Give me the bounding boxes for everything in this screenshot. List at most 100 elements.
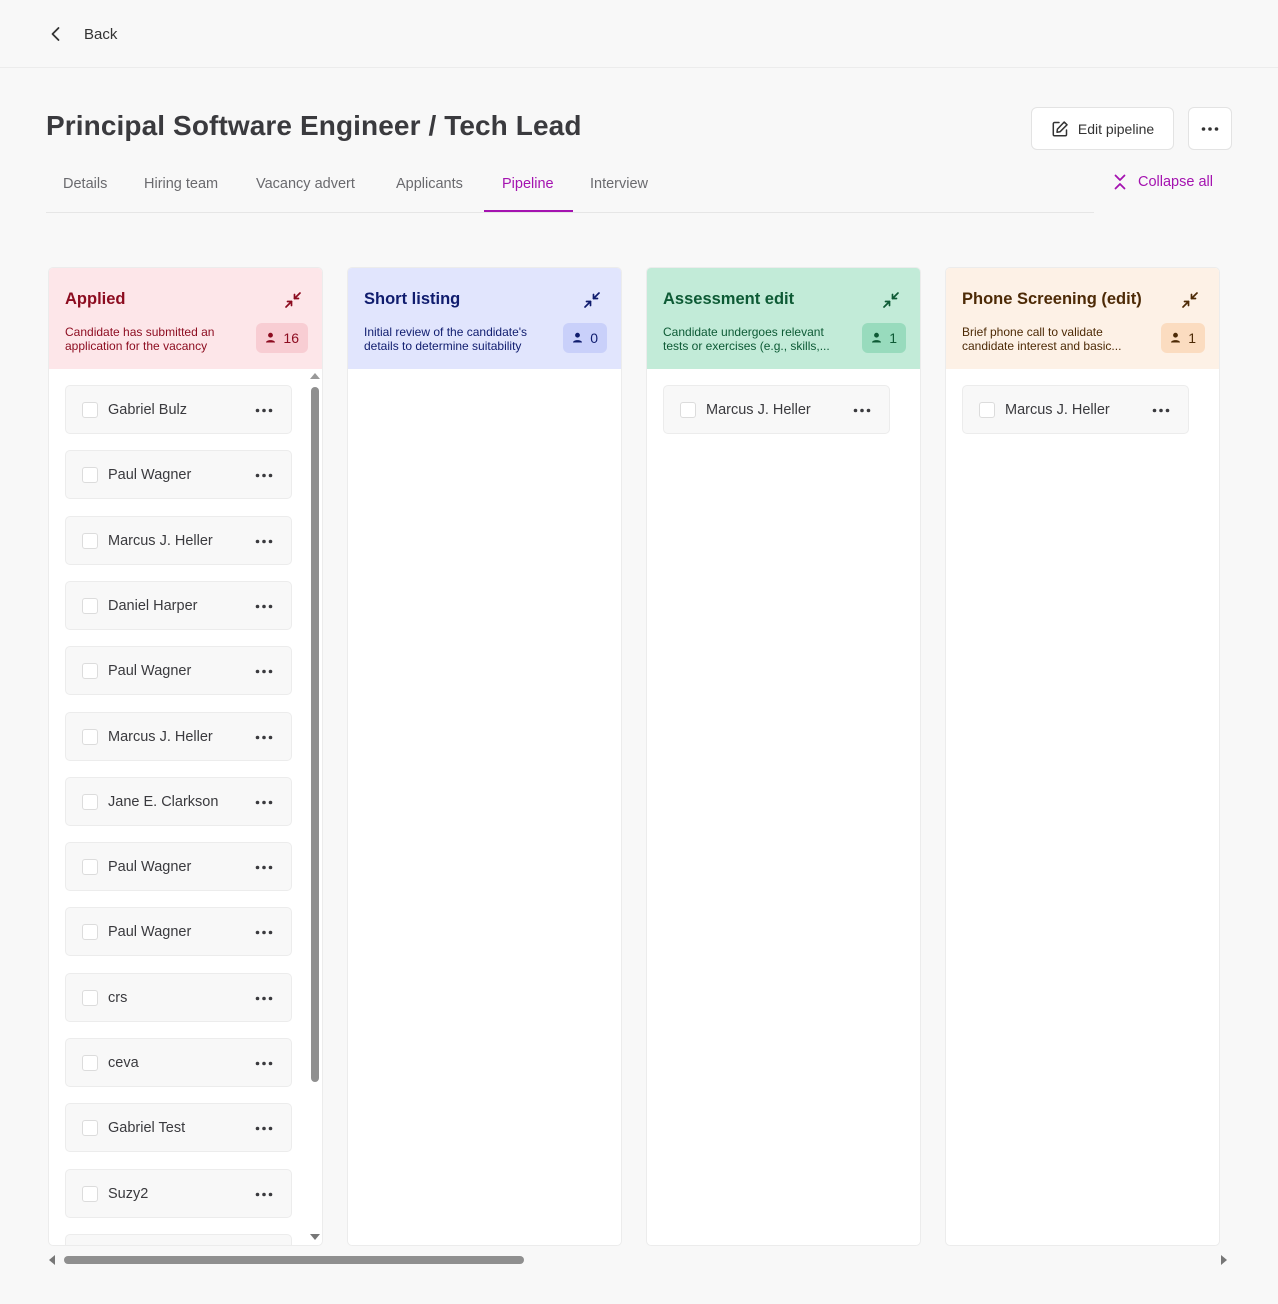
candidate-more-icon[interactable] (253, 988, 275, 1008)
stage-count-badge: 16 (256, 323, 308, 353)
candidate-card[interactable]: Paul Wagner (65, 842, 292, 891)
edit-pipeline-label: Edit pipeline (1077, 120, 1155, 137)
collapse-stage-icon[interactable] (1181, 291, 1199, 309)
stage-count-badge: 1 (862, 323, 906, 353)
candidate-more-icon[interactable] (253, 1184, 275, 1204)
scroll-down-arrow[interactable] (310, 1234, 320, 1240)
candidate-more-icon[interactable] (253, 1118, 275, 1138)
tab-pipeline[interactable]: Pipeline (502, 176, 554, 192)
scroll-left-arrow[interactable] (49, 1255, 55, 1265)
candidate-card[interactable]: Daniel Harper (65, 581, 292, 630)
candidate-checkbox[interactable] (82, 794, 98, 810)
stage-count-badge: 1 (1161, 323, 1205, 353)
tab-interview[interactable]: Interview (590, 176, 648, 192)
tab-applicants[interactable]: Applicants (396, 176, 463, 192)
collapse-stage-icon[interactable] (583, 291, 601, 309)
candidate-checkbox[interactable] (979, 402, 995, 418)
candidate-name: Marcus J. Heller (706, 402, 811, 418)
stage-header: Applied Candidate has submitted an applic… (49, 268, 322, 369)
candidate-checkbox[interactable] (82, 1186, 98, 1202)
collapse-stage-icon[interactable] (284, 291, 302, 309)
candidate-more-icon[interactable] (253, 1053, 275, 1073)
candidate-card[interactable]: ceva (65, 1038, 292, 1087)
candidate-checkbox[interactable] (82, 402, 98, 418)
pipeline-stage-column: Assessment edit Candidate undergoes relev… (646, 267, 921, 1246)
tab-details[interactable]: Details (63, 176, 107, 192)
candidate-card[interactable]: Paul Wagner (65, 907, 292, 956)
candidate-checkbox[interactable] (82, 1120, 98, 1136)
candidate-checkbox[interactable] (680, 402, 696, 418)
candidate-card[interactable]: Jane E. Clarkson (65, 777, 292, 826)
candidate-card[interactable]: Suzy2 (65, 1169, 292, 1218)
candidate-more-icon[interactable] (253, 727, 275, 747)
candidate-card[interactable]: Paul Wagner (65, 646, 292, 695)
candidate-checkbox[interactable] (82, 663, 98, 679)
candidate-card[interactable]: Gabriel Test (65, 1103, 292, 1152)
stage-title: Phone Screening (edit) (962, 290, 1142, 308)
collapse-stage-icon[interactable] (882, 291, 900, 309)
more-horizontal-icon (1201, 126, 1219, 131)
candidate-checkbox[interactable] (82, 598, 98, 614)
candidate-checkbox[interactable] (82, 533, 98, 549)
candidate-more-icon[interactable] (253, 596, 275, 616)
scroll-right-arrow[interactable] (1221, 1255, 1227, 1265)
stage-count: 1 (889, 330, 897, 346)
stage-header: Assessment edit Candidate undergoes relev… (647, 268, 920, 369)
candidate-name: crs (108, 990, 128, 1006)
candidate-card[interactable]: Marcus J. Heller (962, 385, 1189, 434)
candidate-card[interactable]: Marcus J. Heller (65, 516, 292, 565)
edit-pipeline-button[interactable]: Edit pipeline (1031, 107, 1174, 150)
candidate-checkbox[interactable] (82, 990, 98, 1006)
candidate-more-icon[interactable] (253, 661, 275, 681)
collapse-all-button[interactable]: Collapse all (1112, 174, 1213, 190)
vertical-scrollbar-thumb[interactable] (311, 387, 319, 1082)
collapse-all-label: Collapse all (1138, 174, 1213, 190)
stage-count: 0 (590, 330, 598, 346)
more-options-button[interactable] (1188, 107, 1232, 150)
candidate-card[interactable]: Gabriel Bulz (65, 385, 292, 434)
stage-header: Phone Screening (edit) Brief phone call t… (946, 268, 1219, 369)
candidate-card-partial[interactable] (65, 1234, 292, 1245)
horizontal-scrollbar-thumb[interactable] (64, 1256, 524, 1264)
stage-header: Short listing Initial review of the candi… (348, 268, 621, 369)
candidate-checkbox[interactable] (82, 1055, 98, 1071)
candidate-card[interactable]: Marcus J. Heller (663, 385, 890, 434)
candidate-more-icon[interactable] (253, 465, 275, 485)
candidate-card[interactable]: Marcus J. Heller (65, 712, 292, 761)
candidate-checkbox[interactable] (82, 729, 98, 745)
candidate-name: Jane E. Clarkson (108, 794, 219, 810)
tab-hiring-team[interactable]: Hiring team (144, 176, 218, 192)
back-button[interactable]: Back (46, 22, 117, 46)
edit-icon (1052, 120, 1068, 136)
candidate-name: ceva (108, 1055, 139, 1071)
person-icon (1170, 330, 1181, 346)
candidate-card[interactable]: crs (65, 973, 292, 1022)
candidate-more-icon[interactable] (253, 857, 275, 877)
candidate-checkbox[interactable] (82, 859, 98, 875)
scroll-up-arrow[interactable] (310, 373, 320, 379)
horizontal-scrollbar[interactable] (48, 1254, 1232, 1268)
candidate-more-icon[interactable] (253, 922, 275, 942)
candidate-card[interactable]: Paul Wagner (65, 450, 292, 499)
person-icon (265, 330, 276, 346)
candidate-name: Daniel Harper (108, 598, 198, 614)
stage-description: Candidate has submitted an application f… (65, 325, 215, 353)
candidate-name: Paul Wagner (108, 859, 192, 875)
candidate-name: Suzy2 (108, 1186, 149, 1202)
candidate-more-icon[interactable] (851, 400, 873, 420)
pipeline-stage-column: Short listing Initial review of the candi… (347, 267, 622, 1246)
pipeline-stage-column: Phone Screening (edit) Brief phone call t… (945, 267, 1220, 1246)
candidate-name: Marcus J. Heller (1005, 402, 1110, 418)
vertical-scrollbar[interactable] (309, 369, 322, 1245)
top-bar: Back (0, 0, 1278, 68)
candidate-checkbox[interactable] (82, 924, 98, 940)
stage-count: 16 (283, 330, 299, 346)
candidate-checkbox[interactable] (82, 467, 98, 483)
candidate-name: Marcus J. Heller (108, 533, 213, 549)
candidate-more-icon[interactable] (253, 400, 275, 420)
candidate-more-icon[interactable] (253, 531, 275, 551)
tab-vacancy-advert[interactable]: Vacancy advert (256, 176, 355, 192)
stage-title: Short listing (364, 290, 461, 308)
candidate-more-icon[interactable] (1150, 400, 1172, 420)
candidate-more-icon[interactable] (253, 792, 275, 812)
